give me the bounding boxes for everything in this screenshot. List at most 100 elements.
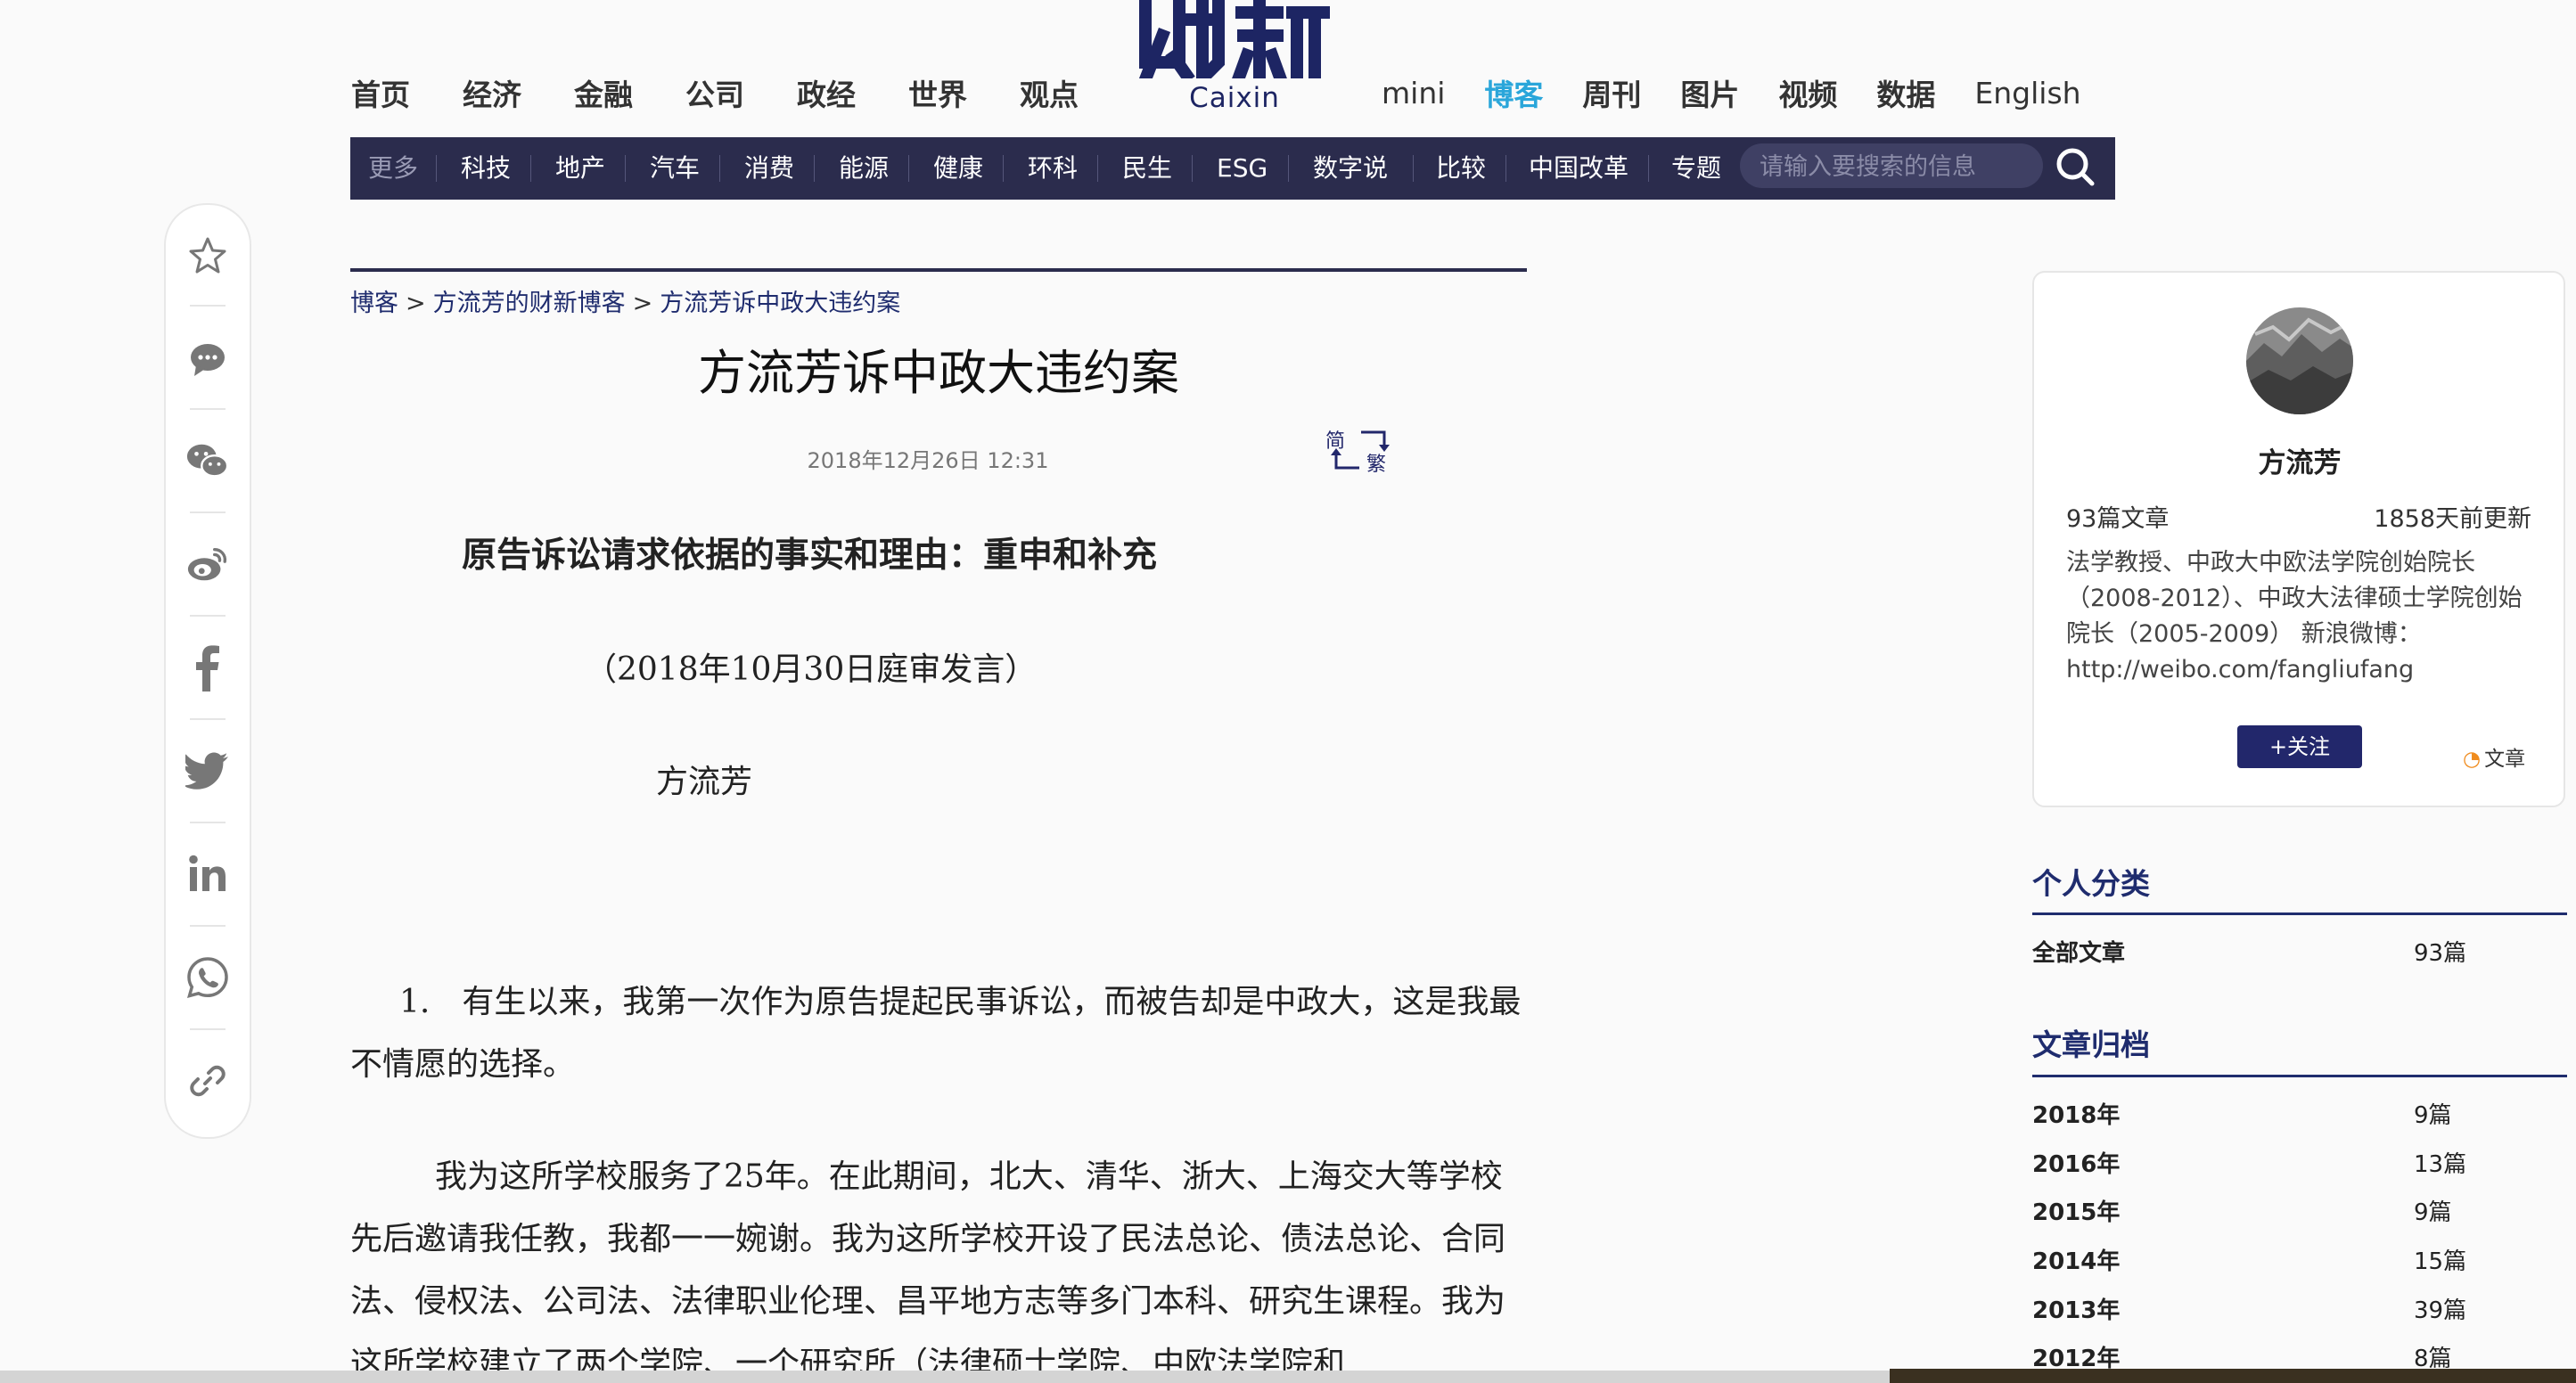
rss-icon: ◔	[2463, 748, 2482, 771]
archive-year[interactable]: 2016年	[2032, 1146, 2120, 1179]
archive-row[interactable]: 2015年 9篇	[2032, 1194, 2469, 1230]
subnav-divider	[1648, 155, 1649, 182]
category-row[interactable]: 全部文章 93篇	[2032, 935, 2469, 970]
subnav-divider	[1505, 155, 1506, 182]
archive-rule	[2032, 1075, 2567, 1077]
nav-item-weekly[interactable]: 周刊	[1582, 71, 1641, 114]
article-paragraph: 我为这所学校服务了25年。在此期间，北大、清华、浙大、上海交大等学校先后邀请我任…	[350, 1158, 1506, 1371]
nav-item-home[interactable]: 首页	[351, 71, 410, 114]
subnav-item-livelihood[interactable]: 民生	[1122, 137, 1172, 200]
last-update: 1858天前更新	[2374, 505, 2531, 533]
archive-year[interactable]: 2013年	[2032, 1292, 2120, 1325]
subnav-divider	[1003, 155, 1004, 182]
linkedin-icon[interactable]	[185, 852, 230, 896]
follow-button[interactable]: +关注	[2237, 725, 2362, 768]
nav-item-data[interactable]: 数据	[1876, 71, 1935, 114]
nav-item-opinion[interactable]: 观点	[1020, 71, 1079, 114]
rail-divider	[190, 1028, 226, 1030]
archive-row[interactable]: 2016年 13篇	[2032, 1146, 2469, 1182]
caixin-logo-mark	[1138, 0, 1330, 78]
author-name[interactable]: 方流芳	[2139, 440, 2460, 480]
subnav-item-data-talk[interactable]: 数字说	[1313, 137, 1388, 200]
rail-divider	[190, 822, 226, 823]
subnav-item-health[interactable]: 健康	[933, 137, 983, 200]
subnav-divider	[1288, 155, 1289, 182]
rail-divider	[190, 305, 226, 307]
article-author-line: 方流芳	[656, 764, 753, 800]
nav-item-mini[interactable]: mini	[1382, 76, 1445, 110]
breadcrumb-item-current[interactable]: 方流芳诉中政大违约案	[660, 290, 900, 317]
nav-item-companies[interactable]: 公司	[685, 71, 744, 114]
rss-articles-link[interactable]: ◔ 文章	[2463, 741, 2525, 772]
rail-divider	[190, 408, 226, 410]
archive-count: 39篇	[2414, 1297, 2467, 1324]
breadcrumb-item-author-blog[interactable]: 方流芳的财新博客	[433, 290, 626, 317]
archive-count: 9篇	[2414, 1199, 2452, 1226]
breadcrumb: 博客 > 方流芳的财新博客 > 方流芳诉中政大违约案	[350, 283, 900, 318]
nav-item-video[interactable]: 视频	[1778, 71, 1837, 114]
subnav-divider	[625, 155, 626, 182]
subnav-item-china-reform[interactable]: 中国改革	[1529, 137, 1628, 200]
nav-item-world[interactable]: 世界	[908, 71, 967, 114]
article-subheading: 原告诉讼请求依据的事实和理由：重申和补充	[462, 535, 1158, 576]
rail-divider	[190, 511, 226, 513]
article-paragraph: 1. 有生以来，我第一次作为原告提起民事诉讼，而被告却是中政大，这是我最不情愿的…	[350, 984, 1522, 1083]
star-icon[interactable]	[185, 233, 230, 278]
whatsapp-icon[interactable]	[185, 955, 230, 1000]
link-icon[interactable]	[185, 1059, 230, 1103]
archive-count: 9篇	[2414, 1102, 2452, 1129]
subnav-item-energy[interactable]: 能源	[839, 137, 889, 200]
categories-title: 个人分类	[2032, 866, 2150, 901]
subnav-item-tech[interactable]: 科技	[461, 137, 511, 200]
toggle-traditional-label: 繁	[1366, 454, 1387, 476]
archive-row[interactable]: 2014年 15篇	[2032, 1243, 2469, 1279]
simplified-traditional-toggle[interactable]: 简 繁	[1325, 423, 1397, 477]
author-bio: 法学教授、中政大中欧法学院创始院长（2008-2012）、中政大法律硕士学院创始…	[2066, 549, 2523, 683]
nav-item-finance[interactable]: 金融	[574, 71, 633, 114]
nav-item-photos[interactable]: 图片	[1680, 71, 1739, 114]
subnav-divider	[1413, 155, 1414, 182]
search-input[interactable]	[1758, 143, 2029, 190]
breadcrumb-separator: >	[632, 290, 653, 317]
breadcrumb-item-blog[interactable]: 博客	[350, 290, 398, 317]
subnav-item-esg[interactable]: ESG	[1217, 137, 1267, 200]
categories-rule	[2032, 912, 2567, 915]
archive-year[interactable]: 2018年	[2032, 1097, 2120, 1130]
article-occasion: （2018年10月30日庭审发言）	[585, 651, 1038, 688]
subnav-divider	[719, 155, 720, 182]
category-label[interactable]: 全部文章	[2032, 935, 2125, 968]
article-top-rule	[350, 268, 1527, 272]
nav-item-politics[interactable]: 政经	[797, 71, 856, 114]
comment-icon[interactable]	[185, 337, 230, 381]
rail-divider	[190, 925, 226, 927]
twitter-icon[interactable]	[185, 749, 230, 793]
archive-year[interactable]: 2014年	[2032, 1243, 2120, 1276]
wechat-icon[interactable]	[185, 438, 230, 483]
bottom-image-strip	[1890, 1369, 2576, 1383]
subnav-item-environment[interactable]: 环科	[1028, 137, 1078, 200]
archive-title: 文章归档	[2032, 1027, 2150, 1062]
nav-item-blog[interactable]: 博客	[1484, 71, 1543, 114]
subnav-item-special[interactable]: 专题	[1671, 137, 1721, 200]
avatar[interactable]	[2246, 307, 2353, 414]
caixin-logo[interactable]: Caixin	[1136, 0, 1333, 120]
share-rail	[164, 203, 251, 1139]
article-count: 93篇文章	[2066, 505, 2170, 533]
archive-row[interactable]: 2018年 9篇	[2032, 1097, 2469, 1133]
weibo-icon[interactable]	[185, 542, 230, 586]
subnav-item-property[interactable]: 地产	[555, 137, 605, 200]
archive-row[interactable]: 2013年 39篇	[2032, 1292, 2469, 1328]
facebook-icon[interactable]	[185, 645, 230, 692]
nav-item-english[interactable]: English	[1974, 76, 2080, 110]
subnav-divider	[530, 155, 531, 182]
search-icon[interactable]	[2055, 146, 2096, 187]
subnav-more[interactable]: 更多	[368, 137, 418, 200]
main-nav-left: 首页 经济 金融 公司 政经 世界 观点	[351, 68, 1131, 118]
archive-year[interactable]: 2015年	[2032, 1194, 2120, 1227]
subnav-item-auto[interactable]: 汽车	[650, 137, 700, 200]
archive-count: 13篇	[2414, 1151, 2467, 1178]
rss-label: 文章	[2484, 748, 2526, 771]
nav-item-economy[interactable]: 经济	[463, 71, 521, 114]
subnav-item-consumer[interactable]: 消费	[744, 137, 794, 200]
subnav-item-compare[interactable]: 比较	[1436, 137, 1486, 200]
